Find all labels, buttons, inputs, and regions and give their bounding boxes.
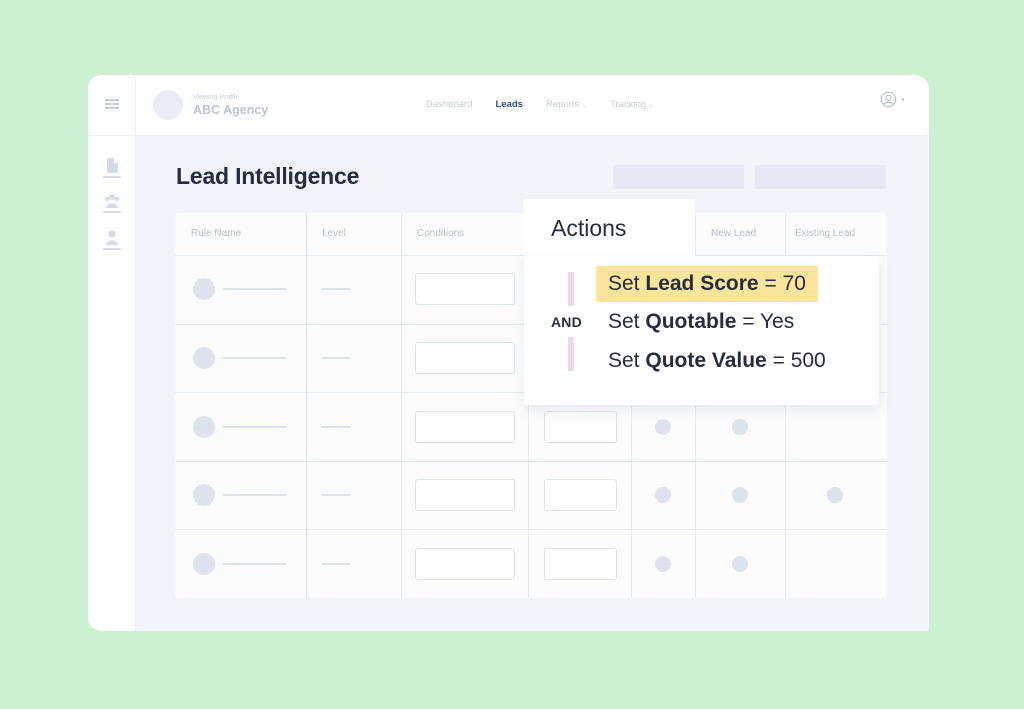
nav-tracking[interactable]: Tracking ⌄ (610, 99, 654, 110)
sidebar-item-underline (103, 248, 121, 250)
profile-name[interactable]: ABC Agency (193, 103, 268, 117)
condition-field[interactable] (415, 273, 515, 306)
top-bar: Viewing Profile ABC Agency Dashboard Lea… (88, 75, 929, 136)
condition-field[interactable] (415, 410, 515, 443)
rule-avatar-placeholder (193, 346, 215, 369)
action-value: 70 (782, 272, 806, 295)
new-lead-indicator (732, 487, 748, 504)
sidebar-item-underline (103, 211, 121, 213)
row-divider (175, 460, 887, 462)
column-divider (401, 213, 402, 598)
condition-field[interactable] (415, 547, 515, 580)
new-lead-indicator (732, 555, 748, 572)
actions-column-header: Actions (524, 199, 695, 256)
new-lead-indicator (732, 418, 748, 435)
profile-kicker: Viewing Profile (193, 94, 240, 101)
action-operator: = (772, 349, 785, 372)
rule-avatar-placeholder (193, 278, 215, 301)
column-header-level[interactable]: Level (306, 213, 401, 255)
condition-field[interactable] (415, 479, 515, 512)
action-prefix: Set (608, 349, 640, 372)
user-menu[interactable]: ▾ (880, 91, 905, 108)
action-item[interactable]: Set Lead Score = 70 (596, 266, 818, 302)
and-connector-bar-top (568, 272, 574, 306)
profile-avatar[interactable] (153, 90, 183, 120)
building-icon (107, 158, 118, 173)
column-header-new-lead[interactable]: New Lead (695, 213, 785, 255)
rule-name-placeholder (223, 356, 287, 359)
nav-tracking-label: Tracking (610, 99, 647, 110)
action-prefix: Set (608, 310, 640, 333)
action-operator: = (742, 310, 755, 333)
caret-down-icon: ▾ (901, 96, 905, 104)
sidebar-item-underline (103, 176, 121, 178)
sidebar-item-team[interactable] (103, 192, 121, 214)
header-action-button-1[interactable] (613, 165, 744, 189)
action-value: 500 (790, 349, 826, 372)
sidebar-item-buildings[interactable] (103, 157, 121, 179)
sidebar-item-person[interactable] (103, 229, 121, 251)
page-title: Lead Intelligence (176, 163, 360, 189)
action-field[interactable] (544, 410, 617, 443)
action-prefix: Set (608, 272, 640, 295)
person-icon (106, 230, 118, 245)
header-action-button-2[interactable] (755, 165, 886, 189)
nav-dashboard[interactable]: Dashboard (426, 99, 472, 110)
level-placeholder (321, 425, 351, 428)
rule-name-placeholder (223, 425, 287, 428)
level-placeholder (321, 562, 351, 565)
action-item[interactable]: Set Quotable = Yes (596, 304, 794, 340)
nav-leads[interactable]: Leads (495, 99, 522, 110)
new-lead-indicator (655, 487, 671, 504)
column-header-existing-lead[interactable]: Existing Lead (785, 213, 887, 255)
action-field: Lead Score (645, 272, 759, 295)
new-lead-indicator (655, 418, 671, 435)
action-field[interactable] (544, 479, 617, 512)
actions-title: Actions (551, 215, 627, 241)
hamburger-icon[interactable] (105, 99, 119, 109)
app-window: Viewing Profile ABC Agency Dashboard Lea… (88, 75, 929, 631)
rule-name-placeholder (223, 288, 287, 291)
team-icon (104, 194, 120, 208)
level-placeholder (321, 356, 351, 359)
nav-leads-label: Leads (495, 99, 523, 110)
rule-avatar-placeholder (193, 415, 215, 438)
level-placeholder (321, 494, 351, 497)
condition-field[interactable] (415, 341, 515, 374)
level-placeholder (321, 288, 351, 291)
existing-lead-indicator (827, 487, 843, 504)
main-nav: Dashboard Leads Reports ⌄ Tracking ⌄ (426, 99, 677, 110)
sidebar (88, 75, 136, 631)
and-connector-label: AND (551, 314, 582, 330)
action-field: Quote Value (645, 349, 767, 372)
nav-reports-label: Reports (545, 99, 580, 110)
rule-avatar-placeholder (193, 484, 215, 507)
action-value: Yes (759, 310, 795, 333)
rule-name-placeholder (223, 494, 287, 497)
chevron-down-icon: ⌄ (648, 102, 655, 109)
action-field: Quotable (645, 310, 737, 333)
action-field[interactable] (544, 547, 617, 580)
column-header-conditions[interactable]: Conditions (401, 213, 528, 255)
nav-reports[interactable]: Reports ⌄ (546, 99, 587, 110)
column-header-rule-name[interactable]: Rule Name (175, 213, 306, 255)
action-item[interactable]: Set Quote Value = 500 (596, 343, 826, 379)
column-divider (306, 213, 307, 598)
user-circle-icon (880, 91, 897, 108)
action-operator: = (764, 272, 777, 295)
and-connector-bar-bottom (568, 337, 574, 371)
nav-dashboard-label: Dashboard (426, 99, 473, 110)
actions-popup: AND Set Lead Score = 70 Set Quotable = Y… (524, 256, 879, 405)
new-lead-indicator (655, 555, 671, 572)
row-divider (175, 529, 887, 531)
rule-name-placeholder (223, 562, 287, 565)
sidebar-header (88, 75, 136, 136)
rule-avatar-placeholder (193, 552, 215, 575)
chevron-down-icon: ⌄ (581, 102, 588, 109)
